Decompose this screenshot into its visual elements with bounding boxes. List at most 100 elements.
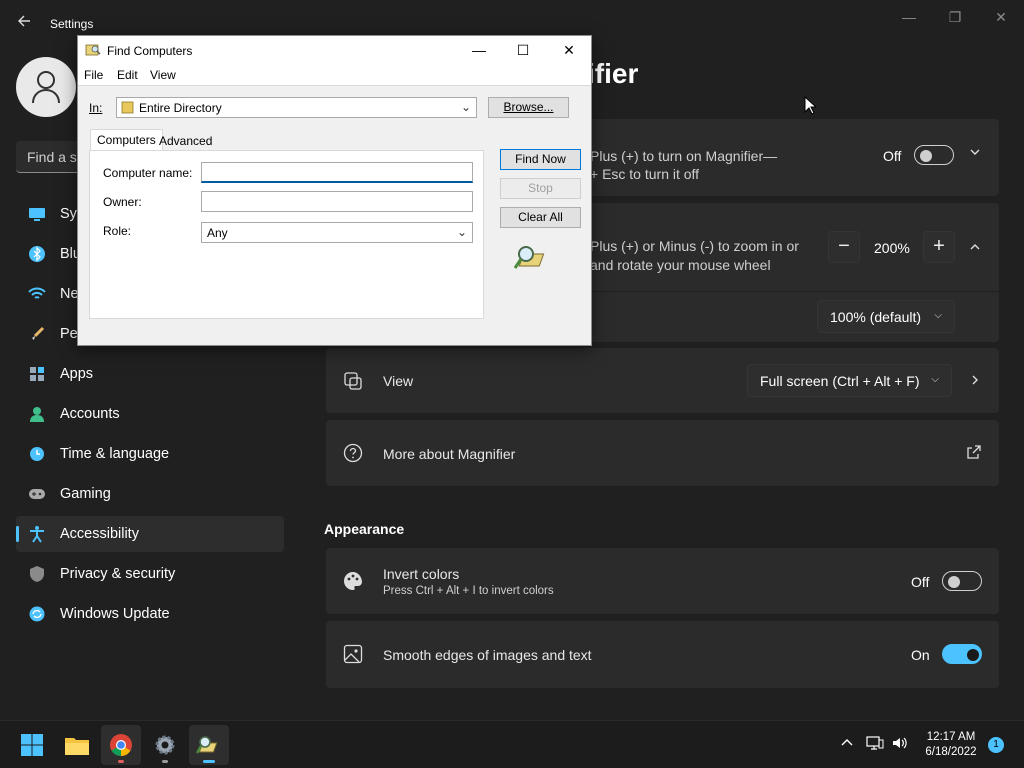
- magnifier-toggle-label: Off: [883, 148, 902, 164]
- invert-colors-toggle[interactable]: [942, 571, 982, 591]
- windows-logo-icon: [21, 734, 43, 756]
- in-combobox[interactable]: Entire Directory ⌄: [116, 97, 477, 118]
- zoom-out-button[interactable]: −: [828, 231, 860, 263]
- sidebar-item-label: Accessibility: [60, 526, 139, 542]
- close-button[interactable]: ✕: [986, 6, 1016, 28]
- system-icon: [26, 203, 48, 225]
- browse-button[interactable]: Browse...: [488, 97, 569, 118]
- avatar[interactable]: [16, 57, 76, 117]
- chevron-up-icon[interactable]: [969, 240, 981, 256]
- sidebar-item-label: Gaming: [60, 486, 111, 502]
- chevron-right-icon[interactable]: [969, 373, 981, 389]
- view-card[interactable]: View Full screen (Ctrl + Alt + F) ⌵: [326, 348, 999, 413]
- dialog-minimize-button[interactable]: —: [464, 40, 494, 60]
- bluetooth-icon: [26, 243, 48, 265]
- tab-computers[interactable]: Computers: [90, 129, 163, 151]
- folder-icon: [65, 738, 89, 755]
- smooth-edges-toggle-label: On: [911, 647, 930, 663]
- in-value: Entire Directory: [139, 101, 222, 115]
- find-computers-icon: [196, 736, 218, 754]
- role-label: Role:: [103, 224, 132, 238]
- minimize-button[interactable]: —: [894, 6, 924, 28]
- back-button[interactable]: [14, 14, 34, 34]
- network-icon: [26, 283, 48, 305]
- sidebar-item-accessibility[interactable]: Accessibility: [16, 516, 284, 552]
- shortcut-desc-line1: Plus (+) to turn on Magnifier—: [590, 148, 778, 164]
- invert-colors-desc: Press Ctrl + Alt + I to invert colors: [383, 585, 554, 597]
- zoom-desc-line2: and rotate your mouse wheel: [590, 257, 771, 273]
- stop-button[interactable]: Stop: [500, 178, 581, 199]
- chevron-down-icon: ⌵: [931, 374, 939, 385]
- gear-icon: [155, 735, 175, 755]
- sidebar-item-privacy[interactable]: Privacy & security: [16, 556, 284, 592]
- computers-tab-panel: Computer name: Owner: Role: Any ⌄: [89, 150, 484, 319]
- sidebar-item-label: Time & language: [60, 446, 170, 462]
- dialog-title: Find Computers: [107, 44, 193, 58]
- help-icon: [342, 442, 364, 464]
- sidebar-item-label: Apps: [60, 366, 94, 382]
- directory-icon: [121, 101, 134, 117]
- view-value: Full screen (Ctrl + Alt + F): [760, 373, 920, 389]
- sidebar-item-time-language[interactable]: Time & language: [16, 436, 284, 472]
- mouse-cursor-icon: [804, 95, 818, 120]
- shortcut-desc-line2: + Esc to turn it off: [590, 166, 700, 182]
- role-combobox[interactable]: Any ⌄: [201, 222, 473, 243]
- sidebar-item-label: Accounts: [60, 406, 120, 422]
- sidebar-item-accounts[interactable]: Accounts: [16, 396, 284, 432]
- chevron-down-icon: ⌵: [934, 310, 942, 321]
- volume-icon[interactable]: [891, 735, 909, 754]
- sidebar-item-label: Ne: [60, 286, 79, 302]
- appearance-header: Appearance: [324, 521, 405, 537]
- dialog-close-button[interactable]: ✕: [554, 40, 584, 60]
- start-button[interactable]: [12, 725, 52, 765]
- maximize-button[interactable]: ❐: [940, 6, 970, 28]
- sidebar-item-gaming[interactable]: Gaming: [16, 476, 284, 512]
- network-status-icon[interactable]: [866, 735, 884, 754]
- show-hidden-icons-button[interactable]: [840, 735, 854, 752]
- view-dropdown[interactable]: Full screen (Ctrl + Alt + F) ⌵: [747, 364, 952, 397]
- zoom-increment-value: 100% (default): [830, 309, 922, 325]
- clear-all-button[interactable]: Clear All: [500, 207, 581, 228]
- find-now-button[interactable]: Find Now: [500, 149, 581, 170]
- computer-name-label: Computer name:: [103, 166, 193, 180]
- invert-colors-card: Invert colors Press Ctrl + Alt + I to in…: [326, 548, 999, 614]
- smooth-edges-toggle[interactable]: [942, 644, 982, 664]
- back-arrow-icon: [18, 15, 30, 27]
- taskbar-chrome[interactable]: [101, 725, 141, 765]
- taskbar-clock[interactable]: 12:17 AM 6/18/2022: [916, 730, 986, 760]
- smooth-edges-card: Smooth edges of images and text On: [326, 621, 999, 688]
- dialog-menubar: File Edit View: [78, 64, 591, 86]
- zoom-increment-dropdown[interactable]: 100% (default) ⌵: [817, 300, 955, 333]
- dialog-maximize-button[interactable]: ☐: [508, 40, 538, 60]
- windows-update-icon: [26, 603, 48, 625]
- clock-time: 12:17 AM: [926, 731, 976, 743]
- external-link-icon[interactable]: [967, 445, 981, 462]
- more-about-card[interactable]: More about Magnifier: [326, 420, 999, 486]
- chevron-down-icon: ⌄: [460, 100, 471, 114]
- find-computers-dialog: Find Computers — ☐ ✕ File Edit View In: …: [77, 35, 592, 346]
- menu-view[interactable]: View: [150, 68, 176, 82]
- taskbar-settings[interactable]: [145, 725, 185, 765]
- palette-icon: [342, 570, 364, 592]
- personalization-icon: [26, 323, 48, 345]
- chrome-icon: [110, 734, 132, 756]
- zoom-desc-line1: Plus (+) or Minus (-) to zoom in or: [590, 238, 799, 254]
- computer-name-input[interactable]: [201, 162, 473, 183]
- owner-input[interactable]: [201, 191, 473, 212]
- taskbar-file-explorer[interactable]: [57, 725, 97, 765]
- magnifier-toggle[interactable]: [914, 145, 954, 165]
- in-label: In:: [89, 101, 103, 115]
- menu-file[interactable]: File: [84, 68, 103, 82]
- sidebar-item-windows-update[interactable]: Windows Update: [16, 596, 284, 632]
- notification-badge[interactable]: 1: [988, 737, 1004, 753]
- sidebar-item-label: Windows Update: [60, 606, 170, 622]
- sidebar-item-label: Privacy & security: [60, 566, 176, 582]
- user-icon: [32, 71, 60, 104]
- zoom-in-button[interactable]: +: [923, 231, 955, 263]
- chevron-down-icon[interactable]: [969, 145, 981, 161]
- menu-edit[interactable]: Edit: [117, 68, 138, 82]
- clock-date: 6/18/2022: [925, 746, 977, 758]
- taskbar-find-computers[interactable]: [189, 725, 229, 765]
- sidebar-item-apps[interactable]: Apps: [16, 356, 284, 392]
- taskbar: 12:17 AM 6/18/2022 1: [0, 720, 1024, 768]
